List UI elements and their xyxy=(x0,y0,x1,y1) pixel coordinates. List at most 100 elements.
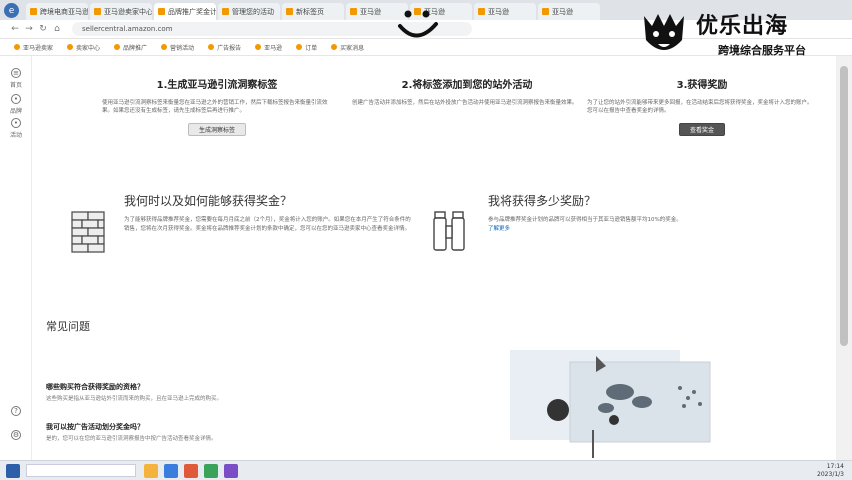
favicon-icon xyxy=(478,8,485,15)
tab-label: 跨境电商亚马逊卖家 xyxy=(40,7,88,16)
rail-item-campaign[interactable]: • 活动 xyxy=(6,118,26,139)
bookmark-icon xyxy=(161,44,168,50)
tab-label: 亚马逊 xyxy=(488,7,509,16)
step-title: 2.将标签添加到您的站外活动 xyxy=(401,80,533,91)
smiley-icon xyxy=(398,10,438,38)
tab-label: 亚马逊卖家中心 xyxy=(104,7,152,16)
how-title: 我何时以及如何能够获得奖金？ xyxy=(124,194,293,208)
learn-more-link[interactable]: 了解更多 xyxy=(488,226,510,232)
bookmark-item[interactable]: 卖家中心 xyxy=(67,43,100,52)
favicon-icon xyxy=(222,8,229,15)
bookmark-item[interactable]: 品牌推广 xyxy=(114,43,147,52)
rail-label: 品牌 xyxy=(9,108,22,115)
lion-logo-icon xyxy=(644,14,684,50)
browser-tab[interactable]: 亚马逊 xyxy=(474,3,536,20)
bookmark-item[interactable]: 订单 xyxy=(296,43,317,52)
step-desc: 使用亚马逊引流洞察标签来衡量您在亚马逊之外的营销工作，然后下载标签报告来衡量引流… xyxy=(102,100,328,114)
step-desc: 为了让您的站外引流能够带来更多回报，在活动结束后您将获得奖金，奖金将计入您的账户… xyxy=(587,100,813,114)
browser-logo-icon[interactable]: e xyxy=(4,3,19,18)
taskbar-search[interactable] xyxy=(26,464,136,477)
browser-tab[interactable]: 跨境电商亚马逊卖家 xyxy=(26,3,88,20)
how-text: 为了能够获得品牌推荐奖金，您需要在每月月底之前（2个月），奖金将计入您的账户。如… xyxy=(124,217,411,232)
tab-label: 管理您的活动 xyxy=(232,7,274,16)
forward-icon[interactable]: → xyxy=(22,24,36,34)
taskbar: 17:14 2023/1/3 xyxy=(0,460,852,480)
home-icon[interactable]: ⌂ xyxy=(50,24,64,34)
brand-subtitle: 跨境综合服务平台 xyxy=(718,44,806,57)
tab-label: 亚马逊 xyxy=(360,7,381,16)
faq-answer: 是的，您可以在您的亚马逊引流洞察报告中按广告活动查看奖金详情。 xyxy=(46,436,217,442)
reward-text-body: 参与品牌推荐奖金计划的品牌可以获得相当于其亚马逊销售额平均10%的奖金。 xyxy=(488,217,682,223)
brand-watermark: 优乐出海 跨境综合服务平台 xyxy=(636,8,846,60)
clock-time: 17:14 xyxy=(826,463,844,470)
brick-wall-icon xyxy=(71,211,105,253)
binoculars-icon xyxy=(433,211,465,251)
favicon-icon xyxy=(30,8,37,15)
home-icon: ≡ xyxy=(11,68,21,78)
step-2: 2.将标签添加到您的站外活动 创建广告活动并添加标签，然后在站外投放广告活动并使… xyxy=(352,76,582,107)
app-icon[interactable] xyxy=(204,463,218,478)
step-3: 3.获得奖励 为了让您的站外引流能够带来更多回报，在活动结束后您将获得奖金，奖金… xyxy=(587,76,817,136)
main-content: 1.生成亚马逊引流洞察标签 使用亚马逊引流洞察标签来衡量您在亚马逊之外的营销工作… xyxy=(32,56,836,460)
brand-title: 优乐出海 xyxy=(696,14,789,39)
clock-date: 2023/1/3 xyxy=(817,471,844,478)
bookmark-item[interactable]: 营销活动 xyxy=(161,43,194,52)
rail-item-help[interactable]: ? xyxy=(6,406,26,418)
faq-question[interactable]: 哪些购买符合获得奖励的资格？ xyxy=(46,382,144,392)
world-map-illustration xyxy=(510,350,711,458)
browser-tab[interactable]: 新标签页 xyxy=(282,3,344,20)
bookmark-icon xyxy=(14,44,20,50)
bookmark-label: 买家消息 xyxy=(340,44,365,52)
reload-icon[interactable]: ↻ xyxy=(36,24,50,34)
bookmark-label: 营销活动 xyxy=(170,44,195,52)
faq-question[interactable]: 我可以按广告活动划分奖金吗？ xyxy=(46,422,144,432)
system-clock[interactable]: 17:14 2023/1/3 xyxy=(817,463,844,479)
left-rail: ≡ 首页 • 品牌 • 活动 ? ⚙ xyxy=(0,56,32,460)
scrollbar[interactable] xyxy=(836,56,852,460)
favicon-icon xyxy=(158,8,165,15)
browser-tab[interactable]: 亚马逊 xyxy=(538,3,600,20)
app-icon[interactable] xyxy=(184,463,198,478)
step-title: 1.生成亚马逊引流洞察标签 xyxy=(156,80,278,91)
tab-label: 新标签页 xyxy=(296,7,324,16)
bookmark-label: 广告报告 xyxy=(217,44,242,52)
faq-title: 常见问题 xyxy=(46,320,90,333)
rail-item-home[interactable]: ≡ 首页 xyxy=(6,68,26,89)
bookmark-label: 亚马逊 xyxy=(264,44,283,52)
rail-item-brand[interactable]: • 品牌 xyxy=(6,94,26,115)
folder-icon[interactable] xyxy=(144,463,158,478)
tab-label: 品牌推广奖金计划 xyxy=(168,7,216,16)
scrollbar-thumb[interactable] xyxy=(840,66,848,346)
back-icon[interactable]: ← xyxy=(8,24,22,34)
favicon-icon xyxy=(350,8,357,15)
rail-label: 活动 xyxy=(9,132,22,139)
favicon-icon xyxy=(286,8,293,15)
generate-tag-button[interactable]: 生成洞察标签 xyxy=(187,123,246,136)
bookmark-label: 卖家中心 xyxy=(76,44,101,52)
bookmark-icon xyxy=(67,44,74,50)
favicon-icon xyxy=(94,8,101,15)
faq-answer: 这些购买是指从亚马逊站外引流而来的购买，且在亚马逊上完成的购买。 xyxy=(46,396,223,402)
step-desc: 创建广告活动并添加标签，然后在站外投放广告活动并使用亚马逊引流洞察报告来衡量效果… xyxy=(352,100,578,106)
reward-title: 我将获得多少奖励？ xyxy=(488,194,597,208)
browser-tab[interactable]: 管理您的活动 xyxy=(218,3,280,20)
start-icon[interactable] xyxy=(6,463,20,478)
bookmark-label: 订单 xyxy=(305,44,318,52)
bookmark-label: 品牌推广 xyxy=(123,44,148,52)
browser-tab[interactable]: 亚马逊卖家中心 xyxy=(90,3,152,20)
chart-icon: • xyxy=(11,118,21,128)
bookmark-item[interactable]: 亚马逊卖家 xyxy=(14,43,53,52)
tab-label: 亚马逊 xyxy=(552,7,573,16)
browser-icon[interactable] xyxy=(164,463,178,478)
favicon-icon xyxy=(542,8,549,15)
bookmark-item[interactable]: 亚马逊 xyxy=(255,43,282,52)
bookmark-icon xyxy=(255,44,262,50)
bookmark-icon xyxy=(208,44,215,50)
bookmark-item[interactable]: 广告报告 xyxy=(208,43,241,52)
browser-tab[interactable]: 品牌推广奖金计划 xyxy=(154,3,216,20)
rail-label: 首页 xyxy=(9,82,22,89)
app-icon[interactable] xyxy=(224,463,238,478)
view-bonus-button[interactable]: 查看奖金 xyxy=(678,123,725,136)
rail-item-settings[interactable]: ⚙ xyxy=(6,430,26,442)
bookmark-item[interactable]: 买家消息 xyxy=(331,43,364,52)
